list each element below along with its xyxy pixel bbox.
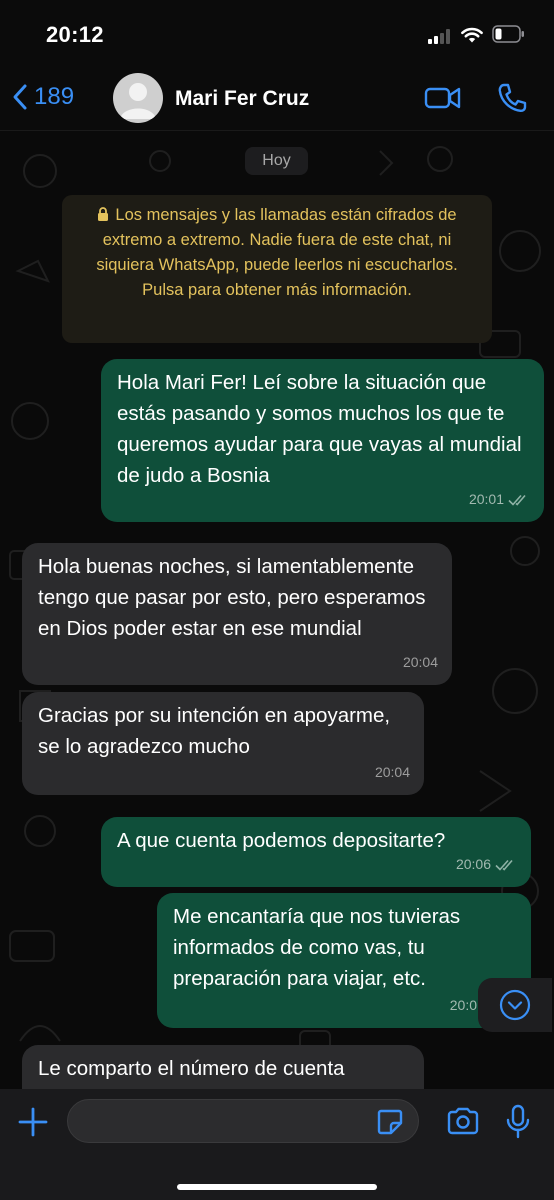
sticker-icon[interactable]	[376, 1108, 404, 1136]
message-input[interactable]	[67, 1099, 419, 1143]
message-time: 20:04	[402, 654, 438, 670]
avatar[interactable]	[113, 73, 163, 123]
message-bubble-incoming[interactable]: Gracias por su intención en apoyarme, se…	[22, 692, 424, 795]
default-avatar-icon	[120, 83, 156, 119]
chat-area[interactable]: Hoy Los mensajes y las llamadas están ci…	[0, 131, 554, 1089]
status-bar: 20:12	[0, 0, 554, 70]
message-meta: 20:01	[469, 484, 530, 515]
message-time: 20:04	[374, 764, 410, 780]
contact-name[interactable]: Mari Fer Cruz	[175, 87, 309, 111]
cellular-signal-icon	[428, 28, 454, 44]
chevron-left-icon	[13, 84, 27, 110]
message-bubble-outgoing[interactable]: Me encantaría que nos tuvieras informado…	[157, 893, 531, 1028]
back-button[interactable]: 189	[10, 82, 74, 112]
message-text: A que cuenta podemos depositarte?	[117, 829, 446, 852]
phone-icon	[498, 83, 527, 113]
message-bubble-outgoing[interactable]: Hola Mari Fer! Leí sobre la situación qu…	[101, 359, 544, 522]
status-time: 20:12	[46, 22, 104, 47]
video-call-button[interactable]	[424, 84, 462, 117]
chat-header: 189 Mari Fer Cruz	[0, 70, 554, 131]
plus-icon[interactable]	[18, 1107, 48, 1137]
lock-icon	[98, 207, 109, 221]
battery-icon	[492, 25, 524, 43]
message-meta: 20:0	[450, 990, 477, 1021]
read-receipt-icon	[508, 494, 526, 506]
message-text: Hola Mari Fer! Leí sobre la situación qu…	[117, 371, 522, 487]
message-bubble-outgoing[interactable]: A que cuenta podemos depositarte? 20:06	[101, 817, 531, 887]
message-text: Hola buenas noches, si lamentablemente t…	[38, 555, 426, 640]
read-receipt-icon	[495, 859, 513, 871]
chevron-down-circle-icon	[499, 989, 531, 1021]
message-bubble-incoming[interactable]: Hola buenas noches, si lamentablemente t…	[22, 543, 452, 685]
unread-count: 189	[34, 83, 75, 110]
encryption-notice[interactable]: Los mensajes y las llamadas están cifrad…	[62, 195, 492, 343]
home-indicator[interactable]	[177, 1184, 377, 1190]
message-time: 20:0	[449, 997, 477, 1013]
encryption-notice-text: Los mensajes y las llamadas están cifrad…	[96, 206, 458, 299]
message-text: Le comparto el número de cuenta	[38, 1057, 345, 1080]
message-text: Gracias por su intención en apoyarme, se…	[38, 704, 391, 758]
camera-icon[interactable]	[446, 1107, 480, 1135]
message-meta: 20:06	[456, 849, 517, 880]
voice-call-button[interactable]	[497, 82, 527, 119]
microphone-icon[interactable]	[505, 1104, 531, 1140]
message-meta: 20:04	[403, 647, 438, 678]
message-time: 20:01	[468, 491, 504, 507]
wifi-icon	[461, 27, 483, 43]
date-separator: Hoy	[245, 147, 308, 175]
message-text: Me encantaría que nos tuvieras informado…	[173, 905, 461, 990]
message-meta: 20:04	[375, 757, 410, 788]
message-bubble-incoming[interactable]: Le comparto el número de cuenta	[22, 1045, 424, 1089]
message-time: 20:06	[455, 856, 491, 872]
scroll-to-bottom-button[interactable]	[478, 978, 552, 1032]
video-camera-icon	[424, 87, 461, 109]
